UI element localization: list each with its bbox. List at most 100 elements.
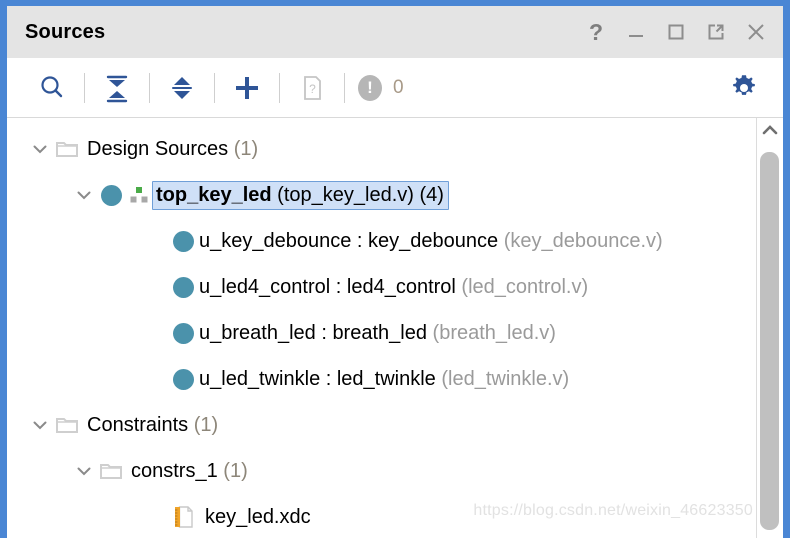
float-window-icon[interactable] [703,19,729,45]
gear-glyph [733,74,755,95]
issue-indicator[interactable]: ! 0 [358,74,404,101]
chevron-down-glyph [77,467,91,476]
search-icon[interactable] [29,65,75,111]
window-controls: ? [583,19,769,45]
chevron-down-icon[interactable] [27,136,53,162]
node-text: u_led_twinkle : led_twinkle [199,368,436,390]
panel-inner: Sources ? ? ! 0 Design Sources (1) top_k… [7,6,783,538]
scroll-up-icon[interactable] [757,118,782,142]
help-icon[interactable]: ? [583,19,609,45]
node-text: u_key_debounce : key_debounce [199,230,499,252]
module-icon [169,320,197,346]
tree-row-design-sources[interactable]: Design Sources (1) [7,126,757,172]
node-file: (led_twinkle.v) [441,368,570,390]
minimize-glyph [629,35,643,37]
chevron-down-icon[interactable] [71,182,97,208]
node-file: (led_control.v) [461,276,589,298]
folder-icon [53,136,81,162]
tree-row-top-key-led[interactable]: top_key_led (top_key_led.v) (4) [7,172,757,218]
module-icon [97,182,125,208]
node-text: Design Sources [87,138,229,160]
chevron-down-glyph [77,191,91,200]
tree-row-u-led-twinkle[interactable]: u_led_twinkle : led_twinkle (led_twinkle… [7,356,757,402]
module-dot-glyph [100,184,122,206]
folder-icon [53,412,81,438]
tree-row-constrs-1[interactable]: constrs_1 (1) [7,448,757,494]
plus-glyph [236,76,258,99]
toolbar-separator [344,72,345,103]
panel-border-right [783,0,790,538]
tree-row-u-led4-control[interactable]: u_led4_control : led4_control (led_contr… [7,264,757,310]
tree-row-constraints[interactable]: Constraints (1) [7,402,757,448]
close-icon[interactable] [743,19,769,45]
search-glyph [41,75,63,97]
node-count: (1) [193,414,219,436]
title-bar: Sources ? [7,6,783,58]
node-text: top_key_led [156,183,272,206]
node-file: (breath_led.v) [432,322,556,344]
xdc-file-glyph [175,506,193,528]
tree-label-selected: top_key_led (top_key_led.v) (4) [152,180,449,210]
close-glyph [748,24,764,40]
folder-glyph [56,142,78,157]
collapse-all-icon[interactable] [94,65,140,111]
tree-label: constrs_1 (1) [131,461,248,481]
module-dot-glyph [172,230,194,252]
sources-toolbar: ? ! 0 [7,58,783,118]
toolbar-separator [84,72,85,103]
warning-glyph: ! [367,78,373,97]
module-dot-glyph [172,368,194,390]
report-icon[interactable]: ? [289,65,335,111]
help-glyph: ? [588,18,604,45]
tree-label: u_key_debounce : key_debounce (key_debou… [199,231,663,251]
node-text: u_breath_led : breath_led [199,322,427,344]
chevron-down-icon[interactable] [71,458,97,484]
node-text: constrs_1 [131,460,218,482]
report-glyph: ? [304,75,321,100]
xdc-file-icon [169,504,197,530]
sources-panel: Sources ? ? ! 0 Design Sources (1) top_k… [0,0,790,538]
toolbar-separator [214,72,215,103]
tree-label: u_breath_led : breath_led (breath_led.v) [199,323,556,343]
tree-row-key-led-xdc[interactable]: key_led.xdc [7,494,757,538]
vertical-scrollbar[interactable] [756,118,782,538]
maximize-glyph [668,24,684,40]
chevron-down-icon[interactable] [27,412,53,438]
tree-row-u-breath-led[interactable]: u_breath_led : breath_led (breath_led.v) [7,310,757,356]
minimize-icon[interactable] [623,19,649,45]
sources-tree: Design Sources (1) top_key_led (top_key_… [7,118,757,538]
issue-count: 0 [393,76,404,98]
tree-label: Constraints (1) [87,415,218,435]
node-text: u_led4_control : led4_control [199,276,456,298]
module-icon [169,228,197,254]
module-icon [169,274,197,300]
folder-glyph [56,418,78,433]
float-glyph [708,24,724,40]
module-hierarchy-icon [127,182,151,208]
sources-tree-area: Design Sources (1) top_key_led (top_key_… [7,118,783,538]
gear-icon[interactable] [721,65,767,111]
expand-all-glyph [172,76,192,99]
folder-icon [97,458,125,484]
tree-label: key_led.xdc [205,507,311,527]
module-dot-glyph [172,276,194,298]
scrollbar-thumb[interactable] [760,152,779,530]
tree-label: u_led4_control : led4_control (led_contr… [199,277,588,297]
module-dot-glyph [172,322,194,344]
node-file: (top_key_led.v) [277,183,414,206]
maximize-icon[interactable] [663,19,689,45]
tree-label: Design Sources (1) [87,139,258,159]
panel-title: Sources [25,20,106,43]
chevron-down-glyph [33,145,47,154]
chevron-up-glyph [762,125,777,135]
folder-glyph [100,464,122,479]
add-sources-icon[interactable] [224,65,270,111]
node-file: (key_debounce.v) [503,230,663,252]
node-text: key_led.xdc [205,506,311,528]
tree-row-u-key-debounce[interactable]: u_key_debounce : key_debounce (key_debou… [7,218,757,264]
node-text: Constraints [87,414,189,436]
svg-text:?: ? [309,82,316,96]
expand-all-icon[interactable] [159,65,205,111]
scrollbar-track[interactable] [760,142,779,538]
tree-label: u_led_twinkle : led_twinkle (led_twinkle… [199,369,569,389]
